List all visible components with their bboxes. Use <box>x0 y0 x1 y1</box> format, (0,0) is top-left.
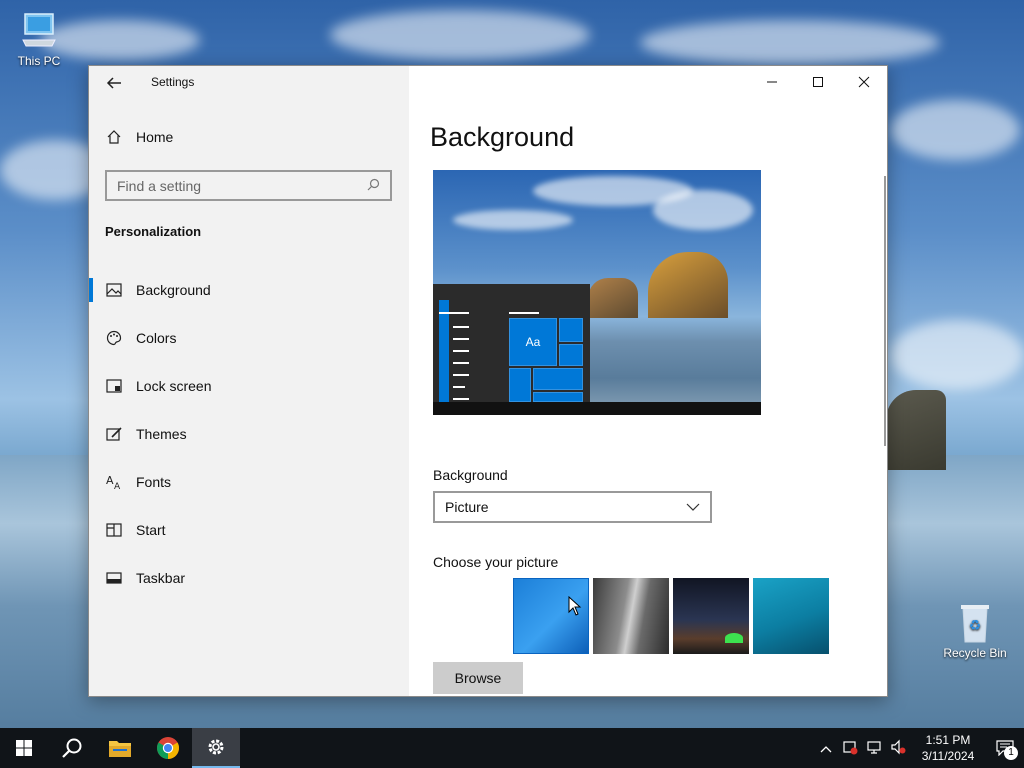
search-icon <box>62 738 82 758</box>
background-label: Background <box>433 467 508 483</box>
security-warning-icon[interactable] <box>838 739 862 758</box>
folder-icon <box>109 741 131 757</box>
notification-badge: 1 <box>1004 746 1018 760</box>
sky-cloud <box>890 320 1024 390</box>
picture-thumbnail-underwater[interactable] <box>753 578 829 654</box>
search-button[interactable] <box>48 728 96 768</box>
search-input[interactable]: Find a setting <box>105 170 392 201</box>
search-icon <box>367 178 380 194</box>
picture-thumbnail-rock[interactable] <box>593 578 669 654</box>
sidebar-item-fonts[interactable]: AA Fonts <box>89 458 409 506</box>
svg-text:♻: ♻ <box>969 618 982 634</box>
chevron-up-icon[interactable] <box>814 741 838 756</box>
taskbar: 1:51 PM 3/11/2024 1 <box>0 728 1024 768</box>
fonts-icon: AA <box>105 474 122 491</box>
choose-picture-label: Choose your picture <box>433 554 559 570</box>
sidebar-item-lock-screen[interactable]: Lock screen <box>89 362 409 410</box>
system-tray: 1:51 PM 3/11/2024 1 <box>814 728 1024 768</box>
start-icon <box>105 522 122 539</box>
clock-time: 1:51 PM <box>925 733 971 747</box>
clock-date: 3/11/2024 <box>921 749 975 763</box>
chevron-down-icon <box>686 500 700 514</box>
background-preview: Aa <box>433 170 761 415</box>
action-center-button[interactable]: 1 <box>986 728 1024 768</box>
system-clock[interactable]: 1:51 PM 3/11/2024 <box>910 732 986 764</box>
preview-taskbar <box>433 402 761 415</box>
sidebar-item-background[interactable]: Background <box>89 266 409 314</box>
search-placeholder: Find a setting <box>117 177 202 194</box>
network-icon[interactable] <box>862 739 886 758</box>
desktop-icon-label: This PC <box>17 54 61 68</box>
picture-thumbnail-windows[interactable] <box>513 578 589 654</box>
sidebar-item-themes[interactable]: Themes <box>89 410 409 458</box>
sky-cloud <box>330 10 590 60</box>
desktop-icon-recycle-bin[interactable]: ♻ Recycle Bin <box>937 602 1013 660</box>
chrome-icon <box>157 737 179 759</box>
start-button[interactable] <box>0 728 48 768</box>
sidebar-item-label: Start <box>136 522 166 538</box>
desktop-icon-label: Recycle Bin <box>943 646 1007 660</box>
settings-sidebar: Settings Home Find a setting Personaliza… <box>89 66 409 696</box>
sidebar-item-taskbar[interactable]: Taskbar <box>89 554 409 602</box>
settings-window: Settings Home Find a setting Personaliza… <box>88 65 888 697</box>
sky-cloud <box>640 20 940 65</box>
desktop-rock <box>886 390 946 470</box>
image-icon <box>105 282 122 299</box>
background-dropdown-value: Picture <box>445 499 489 515</box>
svg-text:A: A <box>114 482 121 490</box>
sidebar-item-label: Taskbar <box>136 570 186 586</box>
home-label: Home <box>136 128 174 145</box>
section-title: Personalization <box>105 224 202 239</box>
palette-icon <box>105 330 122 347</box>
sidebar-item-label: Lock screen <box>136 378 212 394</box>
sidebar-item-label: Themes <box>136 426 187 442</box>
windows-logo-icon <box>16 740 32 756</box>
sidebar-item-label: Colors <box>136 330 177 346</box>
themes-icon <box>105 426 122 443</box>
personalization-nav: Background Colors Lock screen Themes A A… <box>89 266 409 602</box>
browse-button[interactable]: Browse <box>433 662 523 694</box>
settings-taskbar-button[interactable] <box>192 728 240 768</box>
home-icon <box>105 128 122 145</box>
chrome-button[interactable] <box>144 728 192 768</box>
volume-muted-icon[interactable] <box>886 739 910 758</box>
desktop-icon-this-pc[interactable]: This PC <box>1 10 77 68</box>
sidebar-item-start[interactable]: Start <box>89 506 409 554</box>
picture-thumbnail-night-sky[interactable] <box>673 578 749 654</box>
computer-icon <box>19 10 59 50</box>
gear-icon <box>208 739 224 755</box>
lock-screen-icon <box>105 378 122 395</box>
svg-text:A: A <box>106 474 114 487</box>
home-link[interactable]: Home <box>105 128 173 145</box>
picture-thumbnails <box>513 578 829 654</box>
sidebar-item-label: Background <box>136 282 211 298</box>
sidebar-item-colors[interactable]: Colors <box>89 314 409 362</box>
background-dropdown[interactable]: Picture <box>433 491 712 523</box>
window-title: Settings <box>151 75 195 89</box>
recycle-bin-icon: ♻ <box>955 602 995 643</box>
file-explorer-button[interactable] <box>96 728 144 768</box>
sky-cloud <box>890 100 1020 160</box>
page-title: Background <box>430 122 575 152</box>
scrollbar[interactable] <box>884 176 886 446</box>
back-arrow-icon[interactable] <box>105 74 125 94</box>
sidebar-item-label: Fonts <box>136 474 172 490</box>
settings-content: Background Aa Background Picture Choose … <box>409 66 887 696</box>
taskbar-icon <box>105 570 122 587</box>
preview-tile-aa: Aa <box>509 318 557 366</box>
